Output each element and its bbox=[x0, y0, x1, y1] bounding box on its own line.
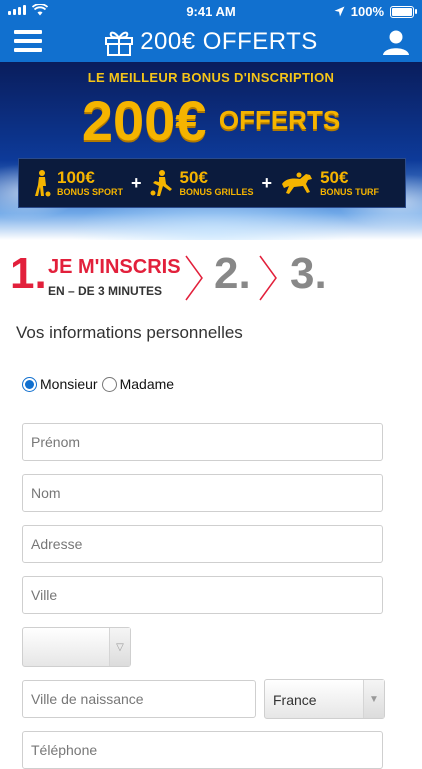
banner-headline: 200€ OFFERTS bbox=[0, 88, 422, 153]
bonus-sport-label: BONUS SPORT bbox=[57, 187, 124, 197]
football-player-icon bbox=[35, 170, 51, 197]
nav-title-group: 200€ OFFERTS bbox=[0, 28, 422, 56]
ville-input[interactable] bbox=[22, 576, 383, 614]
battery-percent: 100% bbox=[350, 4, 384, 19]
chevron-down-icon: ▽ bbox=[109, 628, 130, 666]
step-1-subtitle: EN – DE 3 MINUTES bbox=[48, 284, 163, 298]
bonus-sport-value: 100€ bbox=[57, 168, 95, 187]
banner-subtitle: LE MEILLEUR BONUS D'INSCRIPTION bbox=[87, 70, 335, 85]
postal-code-select[interactable]: ▽ bbox=[22, 627, 131, 667]
telephone-input[interactable] bbox=[22, 731, 383, 769]
radio-unselected-icon[interactable] bbox=[101, 376, 117, 392]
nom-input[interactable] bbox=[22, 474, 383, 512]
bonus-turf-value: 50€ bbox=[320, 168, 349, 187]
chevron-down-icon: ▼ bbox=[363, 680, 384, 718]
birth-city-input[interactable] bbox=[22, 680, 256, 718]
bonus-grilles: 50€ BONUS GRILLES bbox=[136, 169, 254, 197]
user-account-button[interactable] bbox=[382, 28, 410, 56]
page-title: 200€ OFFERTS bbox=[140, 28, 318, 55]
promo-banner[interactable]: LE MEILLEUR BONUS D'INSCRIPTION 200€ OFF… bbox=[0, 62, 422, 240]
gift-icon bbox=[105, 31, 134, 56]
navbar: 200€ OFFERTS bbox=[0, 22, 422, 62]
bonus-turf: 50€ BONUS TURF bbox=[266, 169, 379, 197]
location-icon bbox=[334, 6, 345, 17]
radio-madame[interactable]: Madame bbox=[101, 376, 175, 392]
step-chevron-icon bbox=[185, 255, 203, 301]
step-3-number: 3. bbox=[290, 249, 327, 298]
bonus-grilles-value: 50€ bbox=[179, 168, 208, 187]
prenom-input[interactable] bbox=[22, 423, 383, 461]
user-icon bbox=[383, 30, 409, 55]
step-2-number: 2. bbox=[214, 249, 251, 298]
country-select[interactable]: France ▼ bbox=[264, 679, 385, 719]
status-right: 100% bbox=[334, 4, 417, 19]
radio-monsieur-label: Monsieur bbox=[40, 376, 98, 392]
section-title: Vos informations personnelles bbox=[16, 323, 243, 342]
status-bar: 9:41 AM 100% bbox=[0, 0, 422, 22]
bonus-strip: 100€ BONUS SPORT + 50€ BONUS GRILLES + 5… bbox=[18, 158, 406, 208]
radio-selected-icon[interactable] bbox=[22, 376, 37, 392]
step-chevron-icon bbox=[259, 255, 277, 301]
radio-monsieur[interactable]: Monsieur bbox=[22, 376, 98, 392]
bonus-grilles-label: BONUS GRILLES bbox=[179, 187, 254, 197]
registration-steps: 1. JE M'INSCRIS EN – DE 3 MINUTES 2. 3. bbox=[0, 252, 422, 308]
step-1-number: 1. bbox=[10, 249, 47, 298]
kicking-player-icon bbox=[150, 170, 172, 196]
battery-icon bbox=[390, 5, 417, 18]
adresse-input[interactable] bbox=[22, 525, 383, 563]
step-1-title: JE M'INSCRIS bbox=[48, 256, 181, 278]
bonus-turf-label: BONUS TURF bbox=[320, 187, 380, 197]
bonus-sport: 100€ BONUS SPORT bbox=[19, 169, 123, 197]
radio-madame-label: Madame bbox=[119, 376, 175, 392]
banner-amount: 200€ bbox=[81, 89, 207, 152]
banner-offert: OFFERTS bbox=[218, 105, 341, 135]
country-select-value: France bbox=[273, 692, 317, 708]
civility-radio-group: Monsieur Madame bbox=[22, 376, 178, 392]
racing-horse-icon bbox=[282, 172, 313, 194]
